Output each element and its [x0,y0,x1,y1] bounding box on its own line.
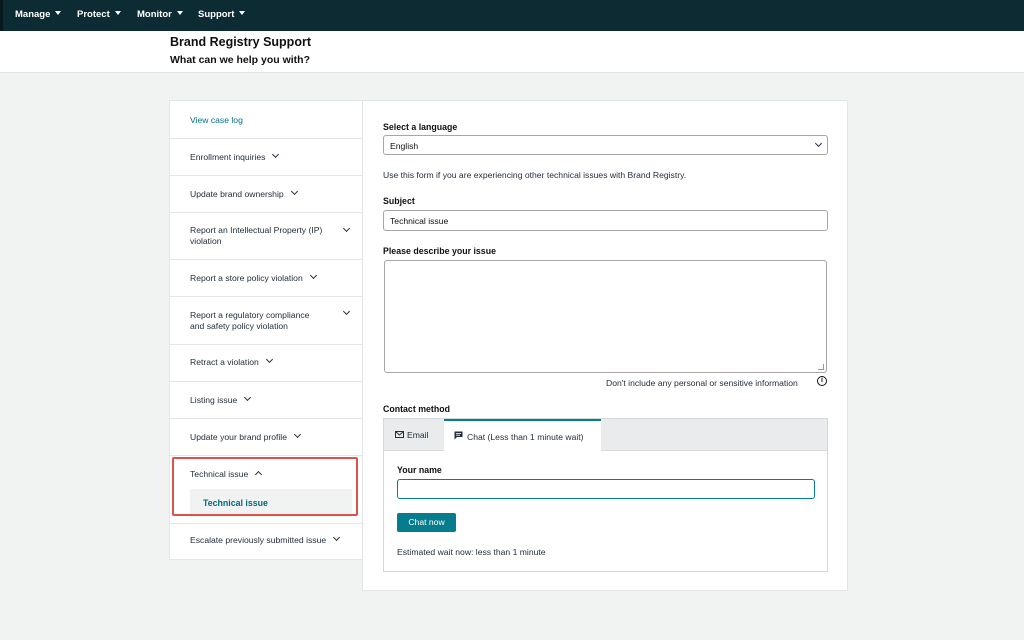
sidebar-item-report-regulatory-compliance[interactable]: Report a regulatory compliance and safety… [170,297,362,345]
your-name-input[interactable] [397,479,815,499]
sidebar-item-retract-label: Retract a violation [190,357,259,367]
form-info-text: Use this form if you are experiencing ot… [383,170,687,180]
nav-protect[interactable]: Protect [77,9,121,20]
nav-manage-label: Manage [15,9,51,20]
contact-method-label: Contact method [383,404,450,414]
privacy-note: Don't include any personal or sensitive … [606,378,798,388]
sidebar-item-label: Enrollment inquiries [190,150,280,163]
info-icon[interactable]: i [817,376,827,386]
sidebar-item-label: Update your brand profile [190,430,302,443]
nav-monitor-label: Monitor [137,9,172,20]
sidebar-item-escalate-label: Escalate previously submitted issue [190,535,327,545]
resize-handle[interactable] [818,364,824,370]
language-select[interactable]: English [383,135,828,155]
top-nav-edge [0,0,3,31]
sidebar-item-profile-label: Update your brand profile [190,432,287,442]
language-label: Select a language [383,122,458,132]
tab-chat[interactable]: Chat (Less than 1 minute wait) [444,419,601,452]
sidebar-item-label: Report an Intellectual Property (IP) viol… [190,225,322,247]
caret-down-icon [239,11,246,16]
page-subtitle: What can we help you with? [170,54,311,66]
sidebar-item-update-brand-profile[interactable]: Update your brand profile [170,419,362,456]
chevron-down-icon [814,139,823,148]
envelope-icon [395,431,404,438]
sidebar-item-regulatory-label-line1: Report a regulatory compliance [190,310,310,320]
chevron-down-icon [309,271,317,280]
chevron-down-icon [342,307,351,316]
sidebar-item-report-ip-violation[interactable]: Report an Intellectual Property (IP) viol… [170,213,362,260]
sidebar-item-report-store-policy-violation[interactable]: Report a store policy violation [170,260,362,297]
sidebar-item-listing-label: Listing issue [190,395,238,405]
language-select-value: English [390,141,419,151]
caret-down-icon [176,11,183,16]
chevron-down-icon [244,393,252,402]
sidebar-item-label: Listing issue [190,393,252,406]
chat-bubble-icon [454,431,463,440]
top-nav-bar: Manage Protect Monitor Support [0,0,1024,31]
nav-manage[interactable]: Manage [15,9,62,20]
sidebar-item-label: Retract a violation [190,355,273,368]
chevron-down-icon [333,533,341,542]
subject-input-value: Technical issue [390,216,449,226]
sidebar-item-listing-issue[interactable]: Listing issue [170,382,362,419]
sidebar-item-store-policy-label: Report a store policy violation [190,273,303,283]
chat-now-button[interactable]: Chat now [397,513,456,532]
tab-email-label: Email [407,430,429,440]
page-header: Brand Registry Support What can we help … [0,31,1024,73]
your-name-label: Your name [397,465,442,475]
chevron-down-icon [290,187,298,196]
sidebar-item-update-brand-ownership[interactable]: Update brand ownership [170,176,362,213]
sidebar-item-ip-label-line1: Report an Intellectual Property (IP) [190,225,323,235]
chevron-down-icon [265,355,273,364]
sidebar-item-escalate-issue[interactable]: Escalate previously submitted issue [170,524,362,561]
sidebar-item-label: Report a store policy violation [190,271,317,284]
sidebar-item-label: Update brand ownership [190,187,298,200]
sidebar-item-enrollment-label: Enrollment inquiries [190,152,266,162]
chevron-down-icon [342,224,351,233]
view-case-log-row[interactable]: View case log [170,101,362,139]
subject-label: Subject [383,196,415,206]
sidebar-item-regulatory-label-line2: and safety policy violation [190,321,288,331]
sidebar-item-enrollment-inquiries[interactable]: Enrollment inquiries [170,139,362,176]
nav-monitor[interactable]: Monitor [137,9,183,20]
sidebar-item-ownership-label: Update brand ownership [190,189,284,199]
describe-issue-textarea[interactable] [384,260,827,373]
view-case-log-link[interactable]: View case log [190,115,243,126]
sidebar-item-retract-violation[interactable]: Retract a violation [170,345,362,382]
contact-tabs: Email Chat (Less than 1 minute wait) [384,419,827,452]
sidebar-item-label: Report a regulatory compliance and safety… [190,310,309,332]
sidebar-item-label: Escalate previously submitted issue [190,533,341,546]
estimated-wait-text: Estimated wait now: less than 1 minute [397,547,546,557]
describe-issue-label: Please describe your issue [383,246,496,256]
nav-support-label: Support [198,9,235,20]
page-title: Brand Registry Support [170,35,311,49]
chevron-down-icon [272,150,280,159]
sidebar-item-ip-label-line2: violation [190,236,222,246]
nav-protect-label: Protect [77,9,110,20]
caret-down-icon [114,11,121,16]
subject-input[interactable]: Technical issue [383,210,828,231]
chevron-down-icon [293,430,302,439]
selected-topic-highlight [172,457,358,516]
tab-email[interactable]: Email [384,419,444,451]
nav-support[interactable]: Support [198,9,246,20]
caret-down-icon [55,11,62,16]
tab-chat-label: Chat (Less than 1 minute wait) [467,432,584,442]
